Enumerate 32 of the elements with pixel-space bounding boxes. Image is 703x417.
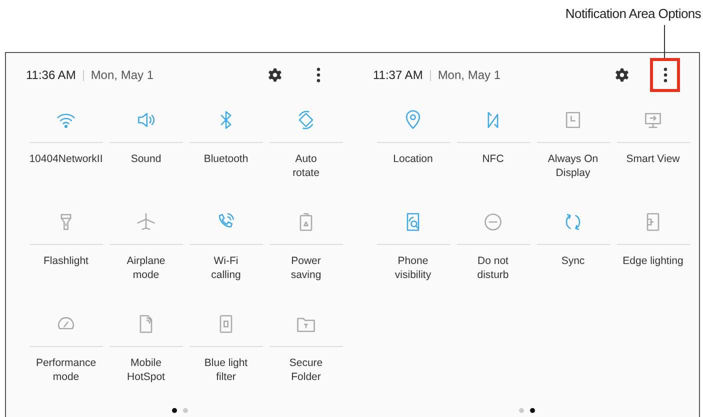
tile-label[interactable]: Sync [561,255,585,269]
tile-label[interactable]: Mobile HotSpot [127,357,165,384]
tile-label[interactable]: Do not disturb [477,255,509,282]
airplane-icon[interactable] [135,210,157,232]
tile-label[interactable]: Edge lighting [622,255,684,269]
tile-label[interactable]: Sound [130,153,162,167]
tile-label[interactable]: Always On Display [548,153,598,180]
clock-time: 11:36 AM [26,68,76,82]
tile-label[interactable]: Flashlight [44,255,88,269]
leader-line [664,25,665,58]
callout-label: Notification Area Options [565,6,701,23]
tile-label[interactable]: Location [393,153,433,167]
minus-circle-icon[interactable] [482,210,504,232]
settings-icon[interactable] [267,67,283,83]
tile-label[interactable]: Blue light filter [204,357,248,384]
tile-label[interactable]: Auto rotate [292,153,320,180]
date-text: Mon, May 1 [438,68,501,82]
tile-label[interactable]: 10404NetworkII [29,153,103,167]
tile-label[interactable]: Phone visibility [394,255,432,282]
settings-icon[interactable] [614,67,630,83]
tile-label[interactable]: Wi-Fi calling [211,255,241,282]
tile-label[interactable]: Bluetooth [204,153,248,167]
more-options-icon[interactable] [662,67,668,83]
date-text: Mon, May 1 [90,68,154,82]
clock-time: 11:37 AM [373,68,423,82]
more-options-icon[interactable] [316,67,320,83]
tile-label[interactable]: Secure Folder [289,357,323,384]
tile-label[interactable]: Performance mode [36,357,96,384]
tile-label[interactable]: NFC [482,153,504,167]
tile-label[interactable]: Airplane mode [126,255,166,282]
tile-label[interactable]: Power saving [290,255,322,282]
tile-label[interactable]: Smart View [626,153,680,167]
